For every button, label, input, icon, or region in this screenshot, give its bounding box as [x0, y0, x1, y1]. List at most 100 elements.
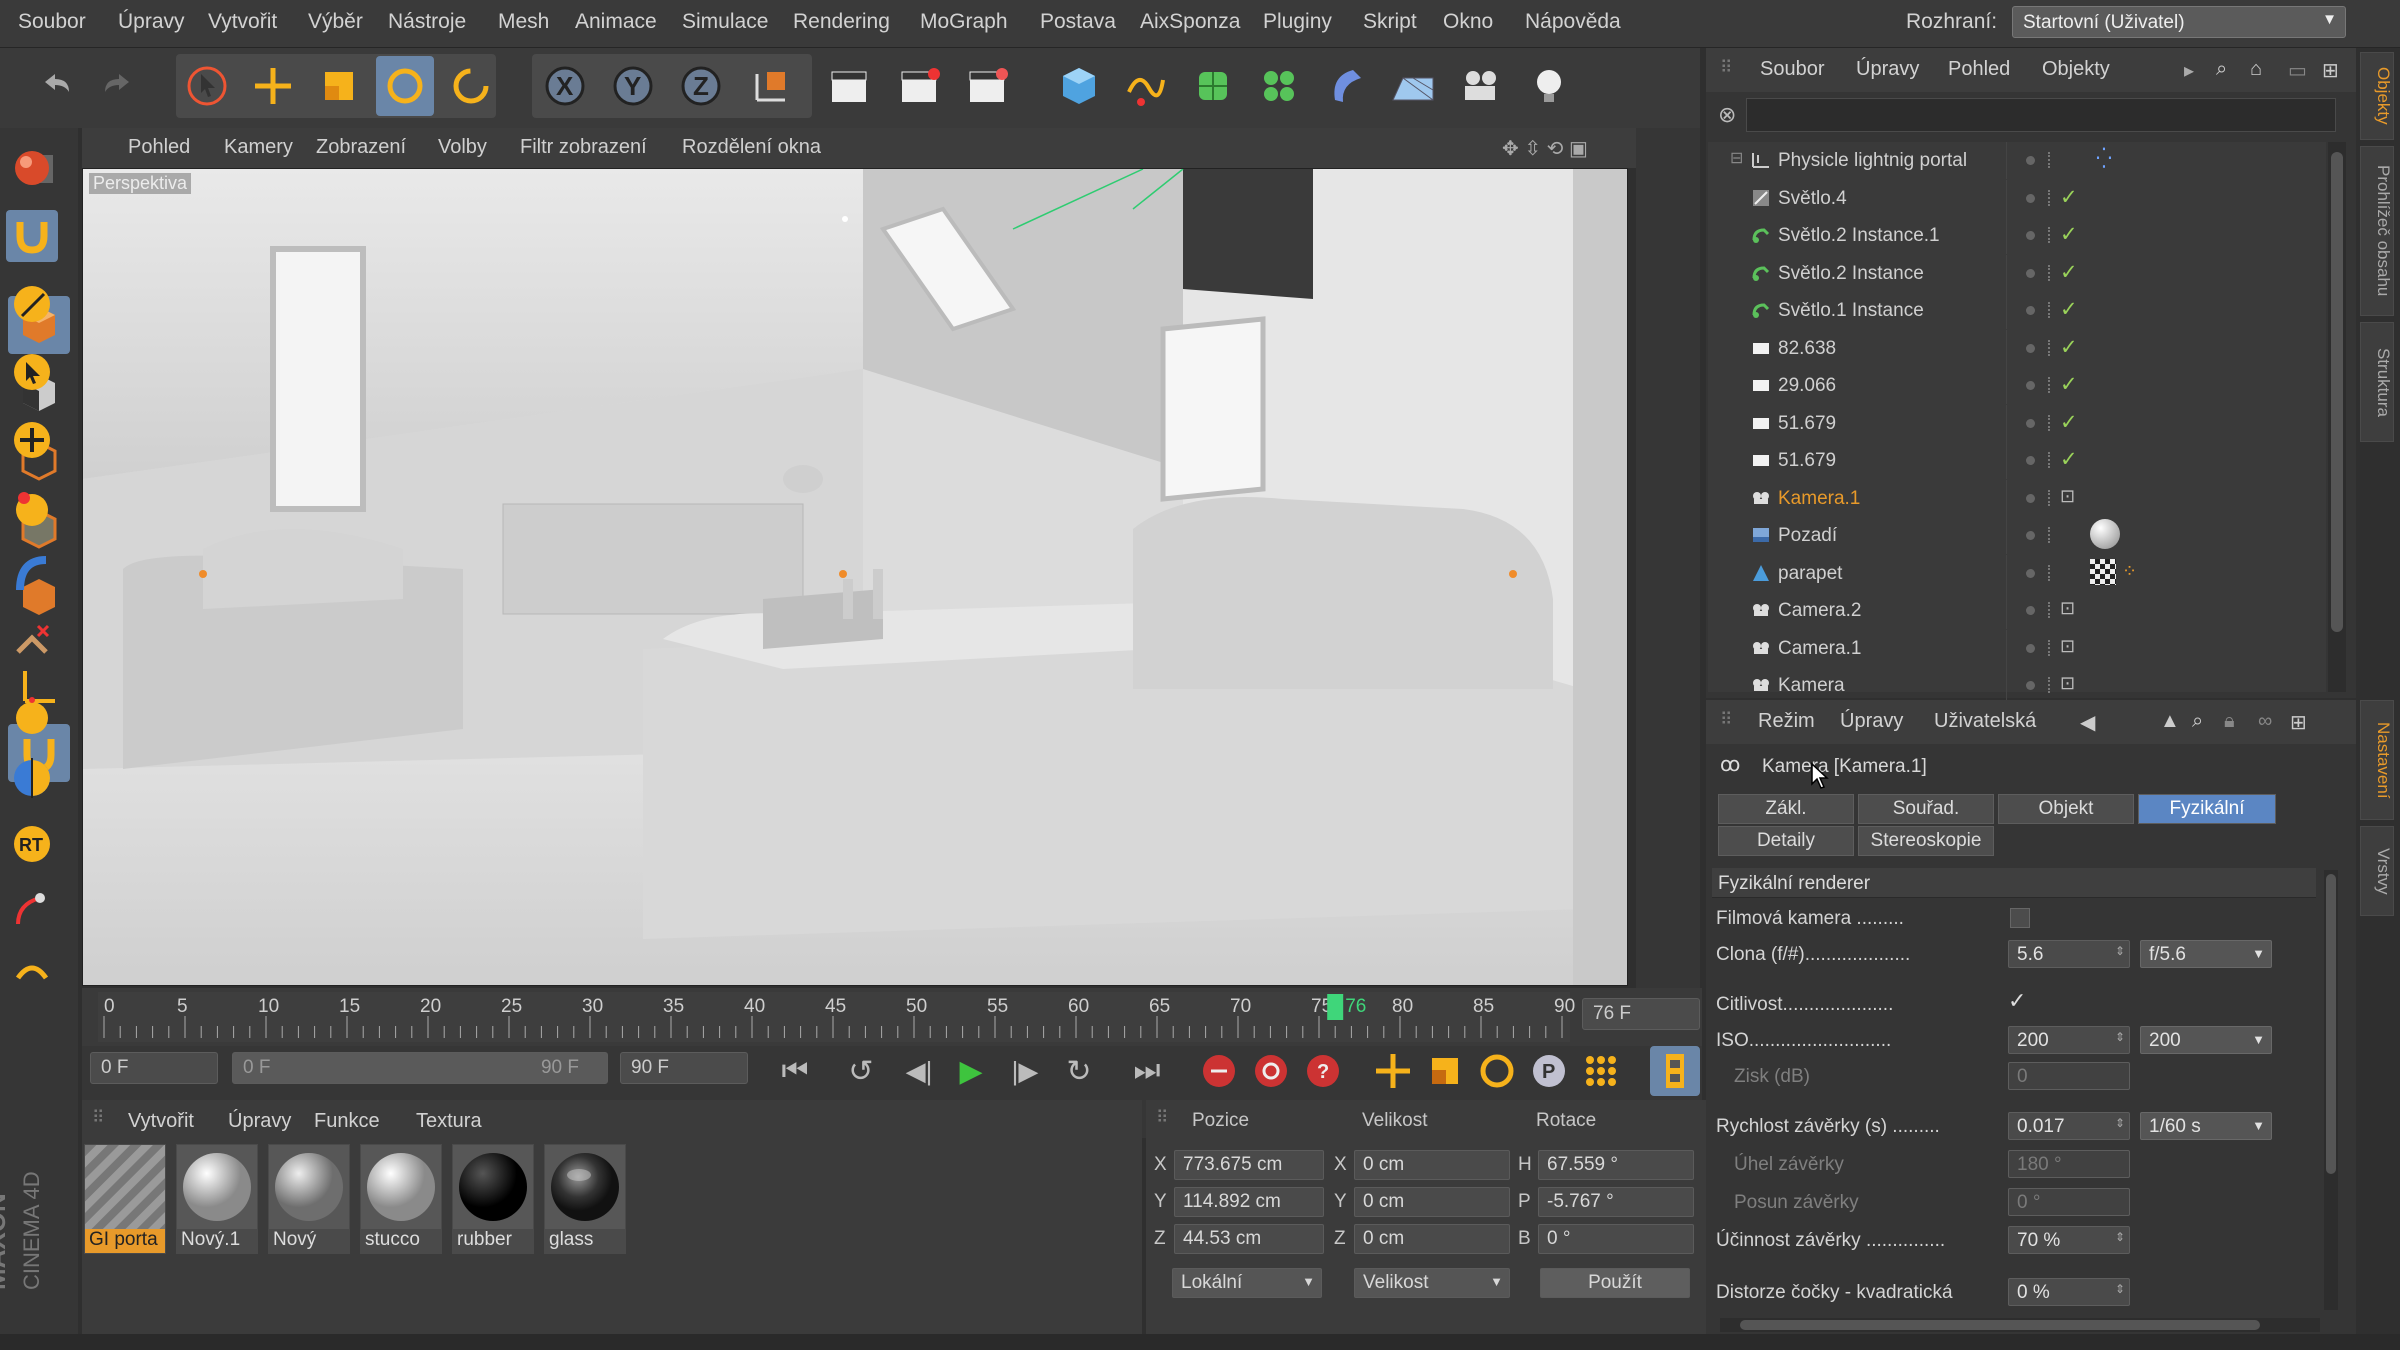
object-row[interactable]: 29.066 ✓: [1720, 367, 2320, 404]
enabled-check-icon[interactable]: ✓: [2060, 372, 2078, 397]
tab-physical[interactable]: Fyzikální: [2138, 794, 2276, 824]
layer-toggle-icon[interactable]: ▭: [2288, 58, 2307, 83]
start-frame-field[interactable]: 0 F: [90, 1052, 218, 1084]
object-name[interactable]: Kamera.1: [1778, 488, 1860, 510]
visibility-dot[interactable]: [2026, 268, 2035, 278]
up-arrow-icon[interactable]: ▲: [2160, 710, 2180, 733]
object-row[interactable]: Světlo.2 Instance.1 ✓: [1720, 217, 2320, 254]
object-row[interactable]: Kamera ⊡: [1720, 667, 2320, 704]
next-key-button[interactable]: ↻: [1054, 1046, 1104, 1096]
coord-system-button[interactable]: [742, 56, 800, 116]
object-row[interactable]: Světlo.1 Instance ✓: [1720, 292, 2320, 329]
search-icon[interactable]: ⌕: [2216, 58, 2227, 81]
coord-mode-select[interactable]: Lokální ▼: [1172, 1268, 1322, 1298]
visibility-dot[interactable]: [2026, 643, 2035, 653]
visibility-dot[interactable]: [2026, 681, 2035, 690]
render-visibility-dot[interactable]: [2048, 677, 2052, 693]
key-pla-button[interactable]: [1576, 1046, 1626, 1096]
visibility-dot[interactable]: [2026, 306, 2035, 315]
render-visibility-dot[interactable]: [2048, 377, 2052, 393]
mograph-button[interactable]: [1250, 56, 1308, 116]
object-name[interactable]: Physicle lightnig portal: [1778, 150, 1967, 172]
render-visibility-dot[interactable]: [2048, 564, 2052, 581]
texture-tag-icon[interactable]: [2090, 558, 2116, 585]
viewport-3d[interactable]: Perspektiva: [82, 168, 1628, 986]
menu-create[interactable]: Vytvořit: [208, 10, 277, 34]
section-header[interactable]: Fyzikální renderer: [1712, 868, 2316, 898]
material-rubber[interactable]: rubber: [452, 1144, 534, 1254]
enabled-check-icon[interactable]: ✓: [2060, 447, 2078, 472]
visibility-dot[interactable]: [2026, 156, 2035, 165]
object-name[interactable]: Camera.1: [1778, 638, 1861, 660]
apply-button[interactable]: Použít: [1540, 1268, 1690, 1298]
material-gi-porta[interactable]: GI porta: [84, 1144, 166, 1254]
camera-tag-icon[interactable]: ⊡: [2060, 636, 2075, 657]
stepper-icon[interactable]: ⇕: [2115, 1230, 2125, 1244]
render-picture-viewer-button[interactable]: [890, 56, 948, 116]
pos-x-field[interactable]: 773.675 cm: [1174, 1150, 1324, 1180]
key-rotation-button[interactable]: [1472, 1046, 1522, 1096]
side-tab-layers[interactable]: Vrstvy: [2360, 826, 2394, 916]
camera-button[interactable]: [1452, 56, 1510, 116]
camera-tag-icon[interactable]: ⊡: [2060, 486, 2075, 507]
render-visibility-dot[interactable]: [2048, 527, 2052, 543]
deformer-button[interactable]: [1318, 56, 1376, 116]
auto-key-button[interactable]: [1246, 1046, 1296, 1096]
redo-button[interactable]: [90, 56, 148, 116]
lens-distortion-field[interactable]: 0 % ⇕: [2008, 1278, 2130, 1306]
object-search-input[interactable]: [1746, 98, 2336, 132]
next-frame-button[interactable]: |▶: [1000, 1046, 1050, 1096]
object-name[interactable]: Světlo.4: [1778, 188, 1847, 210]
recent-tool-button[interactable]: [442, 56, 500, 116]
material-tag-icon[interactable]: [2090, 519, 2120, 549]
interface-select[interactable]: Startovní (Uživatel) ▼: [2012, 6, 2346, 38]
render-visibility-dot[interactable]: [2048, 414, 2052, 431]
iso-preset-select[interactable]: 200 ▼: [2140, 1026, 2272, 1054]
attr-scrollbar-thumb[interactable]: [2326, 874, 2336, 1174]
menu-render[interactable]: Rendering: [793, 10, 890, 34]
object-row[interactable]: Pozadí: [1720, 517, 2320, 554]
object-row[interactable]: 82.638 ✓: [1720, 329, 2320, 367]
objects-menu-file[interactable]: Soubor: [1760, 58, 1825, 81]
object-name[interactable]: Pozadí: [1778, 525, 1837, 547]
stepper-icon[interactable]: ⇕: [2115, 1116, 2125, 1130]
object-row[interactable]: Camera.2 ⊡: [1720, 592, 2320, 629]
lock-icon[interactable]: 🔒︎: [2224, 710, 2235, 733]
size-x-field[interactable]: 0 cm: [1354, 1150, 1510, 1180]
viewport-menu-display[interactable]: Zobrazení: [316, 136, 406, 159]
menu-aixsponza[interactable]: AixSponza: [1140, 10, 1240, 34]
object-name[interactable]: 29.066: [1778, 375, 1836, 397]
visibility-dot[interactable]: [2026, 343, 2035, 353]
material-menu-create[interactable]: Vytvořit: [128, 1110, 194, 1133]
attr-menu-edit[interactable]: Úpravy: [1840, 710, 1903, 733]
render-visibility-dot[interactable]: [2048, 452, 2052, 468]
render-settings-button[interactable]: [958, 56, 1016, 116]
material-menu-texture[interactable]: Textura: [416, 1110, 482, 1133]
object-row[interactable]: parapet ⁘: [1720, 554, 2320, 592]
menu-mesh[interactable]: Mesh: [498, 10, 549, 34]
menu-select[interactable]: Výběr: [308, 10, 363, 34]
enabled-check-icon[interactable]: ✓: [2060, 297, 2078, 322]
viewport-menu-view[interactable]: Pohled: [128, 136, 190, 159]
menu-mograph[interactable]: MoGraph: [920, 10, 1008, 34]
attr-menu-user[interactable]: Uživatelská: [1934, 710, 2036, 733]
render-visibility-dot[interactable]: [2048, 302, 2052, 318]
objects-menu-objects[interactable]: Objekty: [2042, 58, 2110, 81]
playhead[interactable]: [1327, 994, 1344, 1020]
visibility-dot[interactable]: [2026, 193, 2035, 203]
object-name[interactable]: parapet: [1778, 563, 1842, 585]
viewport-menu-filter[interactable]: Filtr zobrazení: [520, 136, 647, 159]
object-row[interactable]: 51.679 ✓: [1720, 404, 2320, 442]
shutter-efficiency-field[interactable]: 70 % ⇕: [2008, 1226, 2130, 1254]
bend-tool-button[interactable]: [6, 548, 58, 600]
render-visibility-dot[interactable]: [2048, 189, 2052, 206]
visibility-dot[interactable]: [2026, 418, 2035, 428]
aperture-preset-select[interactable]: f/5.6 ▼: [2140, 940, 2272, 968]
spline-button[interactable]: [1116, 56, 1174, 116]
enabled-check-icon[interactable]: ✓: [2060, 222, 2078, 247]
live-select-button[interactable]: [6, 346, 58, 398]
current-frame-field[interactable]: 76 F: [1582, 998, 1700, 1030]
side-tab-structure[interactable]: Struktura: [2360, 322, 2394, 442]
pos-z-field[interactable]: 44.53 cm: [1174, 1224, 1324, 1254]
render-visibility-dot[interactable]: [2048, 339, 2052, 356]
